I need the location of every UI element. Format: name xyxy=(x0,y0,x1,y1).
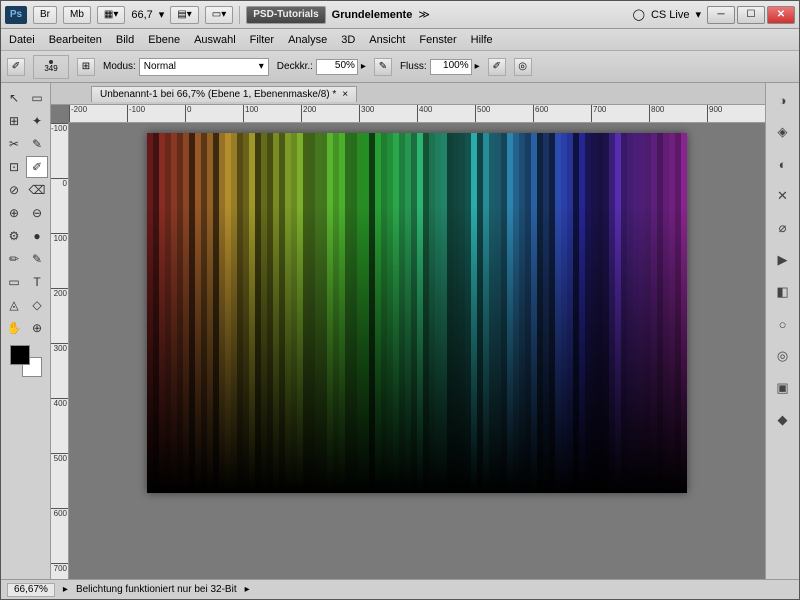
document-tab[interactable]: Unbenannt-1 bei 66,7% (Ebene 1, Ebenenma… xyxy=(91,86,357,102)
close-button[interactable]: ✕ xyxy=(767,6,795,24)
menu-item[interactable]: Hilfe xyxy=(471,34,493,46)
zoom-level[interactable]: 66,7 xyxy=(131,9,152,21)
panel-icon[interactable]: ○ xyxy=(772,313,794,335)
menu-item[interactable]: Datei xyxy=(9,34,35,46)
canvas[interactable] xyxy=(147,133,687,493)
options-bar: ✐ 349 ⊞ Modus: Normal▾ Deckkr.: 50% ▸ ✎ … xyxy=(1,51,799,83)
flow-input[interactable]: 100% xyxy=(430,59,472,75)
screen-mode-button[interactable]: ▭▾ xyxy=(205,6,233,24)
brush-panel-icon[interactable]: ⊞ xyxy=(77,58,95,76)
menu-bar: Datei Bearbeiten Bild Ebene Auswahl Filt… xyxy=(1,29,799,51)
status-message: Belichtung funktioniert nur bei 32-Bit xyxy=(76,584,237,595)
workspace-active[interactable]: PSD-Tutorials xyxy=(246,6,325,24)
tool-button[interactable]: ✋ xyxy=(3,317,25,339)
panel-icon[interactable]: ✕ xyxy=(772,185,794,207)
tool-button[interactable]: ◬ xyxy=(3,294,25,316)
cslive-icon[interactable]: ◯ xyxy=(633,8,645,21)
horizontal-ruler: -200-10001002003004005006007008009001000 xyxy=(69,105,765,123)
tool-button[interactable]: T xyxy=(26,271,48,293)
menu-item[interactable]: Auswahl xyxy=(194,34,236,46)
arrange-button[interactable]: ▤▾ xyxy=(170,6,198,24)
tool-button[interactable]: ✂ xyxy=(3,133,25,155)
menu-item[interactable]: 3D xyxy=(341,34,355,46)
tool-button[interactable]: ✎ xyxy=(26,133,48,155)
title-bar: Ps Br Mb ▦▾ 66,7▾ ▤▾ ▭▾ PSD-Tutorials Gr… xyxy=(1,1,799,29)
panel-icon[interactable]: ◎ xyxy=(772,345,794,367)
more-workspaces[interactable]: ≫ xyxy=(418,8,430,21)
tool-button[interactable]: ⊕ xyxy=(3,202,25,224)
mode-label: Modus: xyxy=(103,61,136,72)
canvas-viewport[interactable] xyxy=(69,123,765,579)
maximize-button[interactable]: ☐ xyxy=(737,6,765,24)
status-zoom[interactable]: 66,67% xyxy=(7,583,55,597)
menu-item[interactable]: Analyse xyxy=(288,34,327,46)
tool-button[interactable]: ● xyxy=(26,225,48,247)
color-swatches[interactable] xyxy=(10,345,42,377)
tool-button[interactable]: ⊡ xyxy=(3,156,25,178)
tool-button[interactable]: ↖ xyxy=(3,87,25,109)
panel-icon[interactable]: ◑ xyxy=(772,89,794,111)
app-logo: Ps xyxy=(5,6,27,24)
tool-button[interactable]: ⊕ xyxy=(26,317,48,339)
minimize-button[interactable]: ─ xyxy=(707,6,735,24)
tool-button[interactable]: ▭ xyxy=(26,87,48,109)
flow-label: Fluss: xyxy=(400,61,427,72)
brush-preset-picker[interactable]: 349 xyxy=(33,55,69,79)
tablet-pressure-icon[interactable]: ◎ xyxy=(514,58,532,76)
collapsed-panels: ◑ ◈ ◐ ✕ ⌀ ▶ ◧ ○ ◎ ▣ ◆ xyxy=(765,83,799,579)
tool-button[interactable]: ✎ xyxy=(26,248,48,270)
bridge-button[interactable]: Br xyxy=(33,6,57,24)
document-tabs: Unbenannt-1 bei 66,7% (Ebene 1, Ebenenma… xyxy=(51,83,765,105)
panel-icon[interactable]: ▣ xyxy=(772,377,794,399)
tool-button[interactable]: ✦ xyxy=(26,110,48,132)
menu-item[interactable]: Bearbeiten xyxy=(49,34,102,46)
close-tab-icon[interactable]: × xyxy=(342,89,348,100)
opacity-pressure-icon[interactable]: ✎ xyxy=(374,58,392,76)
tool-button[interactable]: ▭ xyxy=(3,271,25,293)
vertical-ruler: -1000100200300400500600700 xyxy=(51,123,69,579)
panel-icon[interactable]: ⌀ xyxy=(772,217,794,239)
brush-tool-icon[interactable]: ✐ xyxy=(7,58,25,76)
tool-button[interactable]: ⊖ xyxy=(26,202,48,224)
tool-button[interactable]: ⊞ xyxy=(3,110,25,132)
menu-item[interactable]: Ebene xyxy=(148,34,180,46)
status-bar: 66,67% ▸ Belichtung funktioniert nur bei… xyxy=(1,579,799,599)
tool-button[interactable]: ◇ xyxy=(26,294,48,316)
tool-button[interactable]: ⌫ xyxy=(26,179,48,201)
cslive-label[interactable]: CS Live xyxy=(651,9,690,21)
menu-item[interactable]: Bild xyxy=(116,34,134,46)
panel-icon[interactable]: ◐ xyxy=(772,153,794,175)
airbrush-icon[interactable]: ✐ xyxy=(488,58,506,76)
toolbox: ↖▭⊞✦✂✎⊡✐⊘⌫⊕⊖⚙●✏✎▭T◬◇✋⊕ xyxy=(1,83,51,579)
menu-item[interactable]: Filter xyxy=(250,34,274,46)
menu-item[interactable]: Fenster xyxy=(419,34,456,46)
foreground-swatch[interactable] xyxy=(10,345,30,365)
menu-item[interactable]: Ansicht xyxy=(369,34,405,46)
tool-button[interactable]: ⚙ xyxy=(3,225,25,247)
workspace-secondary[interactable]: Grundelemente xyxy=(332,9,413,21)
blend-mode-select[interactable]: Normal▾ xyxy=(139,58,269,76)
panel-icon[interactable]: ◧ xyxy=(772,281,794,303)
opacity-label: Deckkr.: xyxy=(277,61,313,72)
tool-button[interactable]: ✐ xyxy=(26,156,48,178)
panel-icon[interactable]: ◈ xyxy=(772,121,794,143)
layout-button[interactable]: ▦▾ xyxy=(97,6,125,24)
opacity-input[interactable]: 50% xyxy=(316,59,358,75)
panel-icon[interactable]: ◆ xyxy=(772,409,794,431)
tool-button[interactable]: ⊘ xyxy=(3,179,25,201)
tool-button[interactable]: ✏ xyxy=(3,248,25,270)
panel-icon[interactable]: ▶ xyxy=(772,249,794,271)
minibridge-button[interactable]: Mb xyxy=(63,6,91,24)
